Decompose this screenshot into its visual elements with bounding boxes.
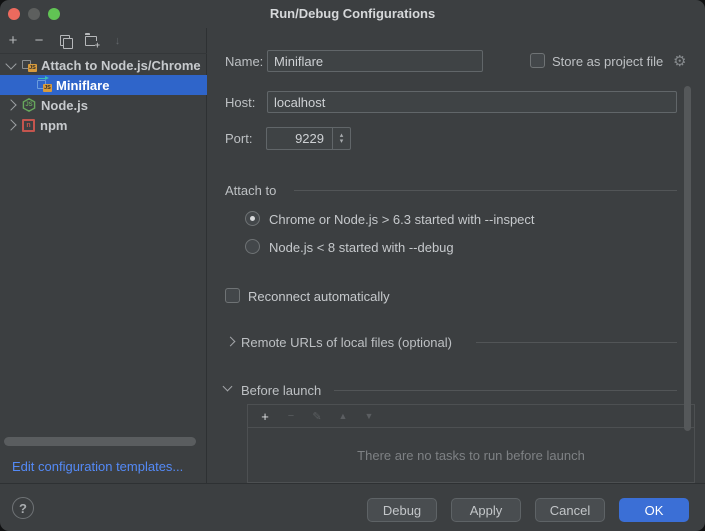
- remove-configuration-icon[interactable]: −: [26, 30, 52, 52]
- store-as-project-file-label: Store as project file: [552, 54, 663, 69]
- before-launch-tasks-panel: + − ✎ ▲ ▼ There are no tasks to run befo…: [247, 404, 695, 483]
- copy-icon: [60, 35, 71, 47]
- nodejs-icon: JS: [22, 98, 36, 112]
- new-folder-icon[interactable]: +: [78, 30, 104, 52]
- move-down-icon: ▼: [356, 411, 382, 421]
- chevron-down-icon[interactable]: [5, 58, 16, 69]
- name-input[interactable]: [267, 50, 483, 72]
- tree-item-label: Node.js: [41, 98, 88, 113]
- no-tasks-message: There are no tasks to run before launch: [248, 428, 694, 482]
- radio-node-debug-label: Node.js < 8 started with --debug: [269, 240, 454, 255]
- gear-icon[interactable]: ⚙: [673, 52, 686, 70]
- before-launch-toolbar: + − ✎ ▲ ▼: [248, 405, 694, 428]
- dialog-footer: ? Debug Apply Cancel OK: [0, 483, 705, 531]
- tree-item-label: Attach to Node.js/Chrome: [41, 58, 201, 73]
- chevron-right-icon[interactable]: [5, 119, 16, 130]
- footer-buttons: Debug Apply Cancel OK: [367, 498, 689, 522]
- attach-to-group-label: Attach to: [225, 183, 276, 198]
- tree-item-miniflare[interactable]: JS Miniflare: [0, 75, 207, 95]
- move-up-icon: ▲: [330, 411, 356, 421]
- remove-task-icon: −: [278, 410, 304, 422]
- remote-urls-section-label[interactable]: Remote URLs of local files (optional): [241, 335, 452, 350]
- host-input[interactable]: [267, 91, 677, 113]
- horizontal-scrollbar[interactable]: [4, 437, 196, 446]
- host-label: Host:: [225, 95, 255, 110]
- sidebar-toolbar: + − + ↓: [0, 28, 207, 54]
- tree-item-label: Miniflare: [56, 78, 109, 93]
- apply-button[interactable]: Apply: [451, 498, 521, 522]
- attach-config-icon: JS: [22, 58, 37, 72]
- tree-item-npm[interactable]: n npm: [0, 115, 207, 135]
- section-separator: [334, 390, 677, 391]
- chevron-right-icon[interactable]: [226, 337, 236, 347]
- reconnect-automatically-checkbox[interactable]: [225, 288, 240, 303]
- radio-node-debug[interactable]: [245, 239, 260, 254]
- cancel-button[interactable]: Cancel: [535, 498, 605, 522]
- tree-item-attach-group[interactable]: JS Attach to Node.js/Chrome: [0, 55, 207, 75]
- configurations-sidebar: + − + ↓ JS Attach to Node.js/Chrome JS M…: [0, 28, 207, 483]
- add-task-icon[interactable]: +: [252, 409, 278, 424]
- edit-configuration-templates-link[interactable]: Edit configuration templates...: [12, 459, 183, 474]
- port-input[interactable]: [266, 127, 332, 150]
- reconnect-automatically-label: Reconnect automatically: [248, 289, 390, 304]
- copy-configuration-icon[interactable]: [52, 30, 78, 52]
- radio-chrome-inspect[interactable]: [245, 211, 260, 226]
- configurations-tree: JS Attach to Node.js/Chrome JS Miniflare…: [0, 55, 207, 135]
- folder-icon: +: [85, 36, 97, 46]
- stepper-down-icon[interactable]: ▾: [340, 139, 344, 145]
- dialog-title: Run/Debug Configurations: [0, 6, 705, 21]
- add-configuration-icon[interactable]: +: [0, 30, 26, 52]
- sort-configurations-icon: ↓: [104, 30, 130, 52]
- port-spinner: ▴ ▾: [266, 127, 351, 150]
- section-separator: [476, 342, 677, 343]
- vertical-scrollbar[interactable]: [684, 86, 691, 431]
- titlebar: Run/Debug Configurations: [0, 0, 705, 28]
- chevron-down-icon[interactable]: [223, 382, 233, 392]
- section-separator: [294, 190, 677, 191]
- name-label: Name:: [225, 54, 263, 69]
- before-launch-section-label[interactable]: Before launch: [241, 383, 321, 398]
- run-debug-configurations-dialog: Run/Debug Configurations + − + ↓ JS Atta…: [0, 0, 705, 531]
- port-label: Port:: [225, 131, 252, 146]
- help-button[interactable]: ?: [12, 497, 34, 519]
- chevron-right-icon[interactable]: [5, 99, 16, 110]
- ok-button[interactable]: OK: [619, 498, 689, 522]
- configuration-form: Name: Store as project file ⚙ Host: Port…: [208, 28, 705, 483]
- port-stepper[interactable]: ▴ ▾: [332, 127, 351, 150]
- tree-item-nodejs[interactable]: JS Node.js: [0, 95, 207, 115]
- tree-item-label: npm: [40, 118, 67, 133]
- npm-icon: n: [22, 119, 35, 132]
- store-as-project-file-checkbox[interactable]: [530, 53, 545, 68]
- radio-chrome-inspect-label: Chrome or Node.js > 6.3 started with --i…: [269, 212, 535, 227]
- debug-button[interactable]: Debug: [367, 498, 437, 522]
- edit-task-icon: ✎: [304, 410, 330, 423]
- attach-config-icon: JS: [37, 78, 52, 92]
